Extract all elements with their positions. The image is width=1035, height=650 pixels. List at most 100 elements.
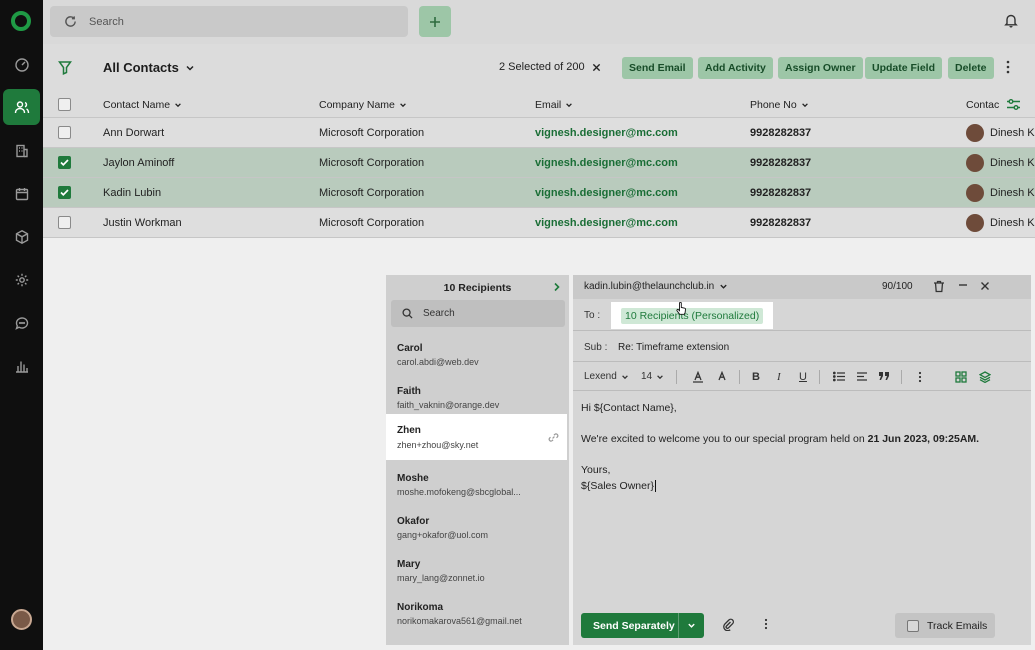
- recipient-item[interactable]: Norikoma norikomakarova561@gmail.net: [386, 594, 569, 636]
- sliders-icon: [1007, 99, 1020, 110]
- contact-email[interactable]: vignesh.designer@mc.com: [535, 217, 678, 229]
- table-row[interactable]: Kadin Lubin Microsoft Corporation vignes…: [43, 178, 1035, 208]
- sidebar-item-calendar[interactable]: [3, 176, 40, 212]
- layers-button[interactable]: [979, 371, 991, 383]
- collapse-recipients-button[interactable]: [552, 282, 561, 292]
- more-actions-button[interactable]: [1006, 60, 1010, 74]
- personalize-link-button[interactable]: [548, 432, 559, 443]
- sidebar-item-companies[interactable]: [3, 133, 40, 169]
- column-header-contact-name[interactable]: Contact Name: [103, 99, 182, 111]
- plus-icon: [430, 16, 440, 27]
- user-avatar[interactable]: [11, 609, 32, 630]
- bullet-list-button[interactable]: [833, 371, 845, 382]
- row-checkbox[interactable]: [58, 186, 71, 199]
- text-color-button[interactable]: [692, 371, 704, 383]
- send-options-dropdown[interactable]: [678, 613, 704, 638]
- quote-button[interactable]: [878, 371, 891, 381]
- minimize-button[interactable]: [957, 279, 969, 291]
- row-checkbox[interactable]: [58, 216, 71, 229]
- send-quota: 90/100: [882, 281, 913, 292]
- contact-phone: 9928282837: [750, 157, 812, 169]
- font-family-select[interactable]: Lexend: [584, 371, 629, 382]
- table-row[interactable]: Jaylon Aminoff Microsoft Corporation vig…: [43, 148, 1035, 178]
- filter-button[interactable]: [58, 60, 72, 75]
- contact-name[interactable]: Justin Workman: [103, 217, 182, 229]
- chevron-down-icon: [186, 65, 194, 71]
- sidebar-item-settings[interactable]: [3, 262, 40, 298]
- row-checkbox[interactable]: [58, 156, 71, 169]
- chevron-right-icon: [554, 282, 560, 292]
- recipient-item[interactable]: Faith faith_vaknin@orange.dev: [386, 378, 569, 420]
- column-header-company-name[interactable]: Company Name: [319, 99, 407, 111]
- send-email-button[interactable]: Send Email: [622, 57, 693, 79]
- pointer-cursor-icon: [676, 302, 687, 315]
- select-all-checkbox[interactable]: [58, 98, 71, 111]
- sidebar-item-products[interactable]: [3, 219, 40, 255]
- contact-email[interactable]: vignesh.designer@mc.com: [535, 127, 678, 139]
- sidebar-item-dashboard[interactable]: [3, 47, 40, 83]
- from-address: kadin.lubin@thelaunchclub.in: [584, 281, 715, 292]
- templates-button[interactable]: [955, 371, 967, 383]
- subject-field[interactable]: Sub : Re: Timeframe extension: [573, 332, 1031, 362]
- discard-button[interactable]: [933, 280, 945, 293]
- track-emails-checkbox[interactable]: [907, 619, 919, 632]
- table-row[interactable]: Ann Dorwart Microsoft Corporation vignes…: [43, 118, 1035, 148]
- more-compose-options-button[interactable]: [764, 618, 768, 630]
- global-search-input[interactable]: Search: [50, 6, 408, 37]
- send-separately-button[interactable]: Send Separately: [581, 613, 704, 638]
- email-body-editor[interactable]: Hi ${Contact Name}, We're excited to wel…: [581, 400, 1021, 494]
- bold-button[interactable]: B: [752, 371, 760, 383]
- contact-email[interactable]: vignesh.designer@mc.com: [535, 157, 678, 169]
- body-closing: Yours,: [581, 464, 611, 476]
- add-button[interactable]: [419, 6, 451, 37]
- recipient-item-hovered[interactable]: Zhen zhen+zhou@sky.net: [388, 416, 565, 458]
- contact-email[interactable]: vignesh.designer@mc.com: [535, 187, 678, 199]
- column-header-contact-owner[interactable]: Contac: [966, 99, 999, 111]
- clear-selection-icon[interactable]: [592, 63, 601, 72]
- attach-button[interactable]: [722, 618, 735, 631]
- row-checkbox[interactable]: [58, 126, 71, 139]
- update-field-button[interactable]: Update Field: [865, 57, 943, 79]
- view-selector[interactable]: All Contacts: [103, 60, 195, 75]
- subject-input[interactable]: Re: Timeframe extension: [618, 342, 729, 353]
- contact-name[interactable]: Kadin Lubin: [103, 187, 161, 199]
- font-size-select[interactable]: 14: [641, 371, 664, 382]
- recipient-item[interactable]: Carol carol.abdi@web.dev: [386, 335, 569, 377]
- contact-name[interactable]: Jaylon Aminoff: [103, 157, 174, 169]
- track-emails-toggle[interactable]: Track Emails: [895, 613, 995, 638]
- compose-email-window: kadin.lubin@thelaunchclub.in 90/100 To :…: [573, 275, 1031, 645]
- recipient-item[interactable]: Mary mary_lang@zonnet.io: [386, 551, 569, 593]
- building-icon: [15, 144, 28, 158]
- delete-button[interactable]: Delete: [948, 57, 994, 79]
- trash-icon: [934, 280, 944, 293]
- chevron-down-icon: [801, 103, 808, 108]
- column-header-phone[interactable]: Phone No: [750, 99, 809, 111]
- add-activity-button[interactable]: Add Activity: [698, 57, 773, 79]
- close-compose-button[interactable]: [980, 281, 990, 291]
- underline-button[interactable]: U: [799, 371, 807, 383]
- app-logo[interactable]: [11, 11, 31, 31]
- column-header-email[interactable]: Email: [535, 99, 573, 111]
- table-row[interactable]: Justin Workman Microsoft Corporation vig…: [43, 208, 1035, 238]
- from-selector[interactable]: kadin.lubin@thelaunchclub.in: [584, 281, 728, 292]
- more-formatting-button[interactable]: [918, 371, 922, 383]
- align-button[interactable]: [856, 371, 868, 382]
- recipients-search-input[interactable]: Search: [391, 300, 565, 327]
- chevron-down-icon: [688, 623, 695, 628]
- italic-button[interactable]: I: [777, 371, 781, 383]
- sidebar-item-messages[interactable]: [3, 305, 40, 341]
- highlight-button[interactable]: [716, 371, 728, 383]
- more-vertical-icon: [918, 371, 922, 383]
- contact-name[interactable]: Ann Dorwart: [103, 127, 164, 139]
- recipient-item[interactable]: Okafor gang+okafor@uol.com: [386, 508, 569, 550]
- search-icon: [402, 308, 413, 319]
- notifications-button[interactable]: [1004, 13, 1018, 28]
- sidebar-item-reports[interactable]: [3, 348, 40, 384]
- assign-owner-button[interactable]: Assign Owner: [778, 57, 863, 79]
- sidebar-item-contacts[interactable]: [3, 89, 40, 125]
- recipients-chip[interactable]: 10 Recipients (Personalized): [611, 302, 774, 329]
- column-settings-button[interactable]: [1006, 98, 1021, 111]
- bell-icon: [1004, 14, 1018, 28]
- recipient-item[interactable]: Moshe moshe.mofokeng@sbcglobal...: [386, 465, 569, 507]
- contact-phone: 9928282837: [750, 127, 812, 139]
